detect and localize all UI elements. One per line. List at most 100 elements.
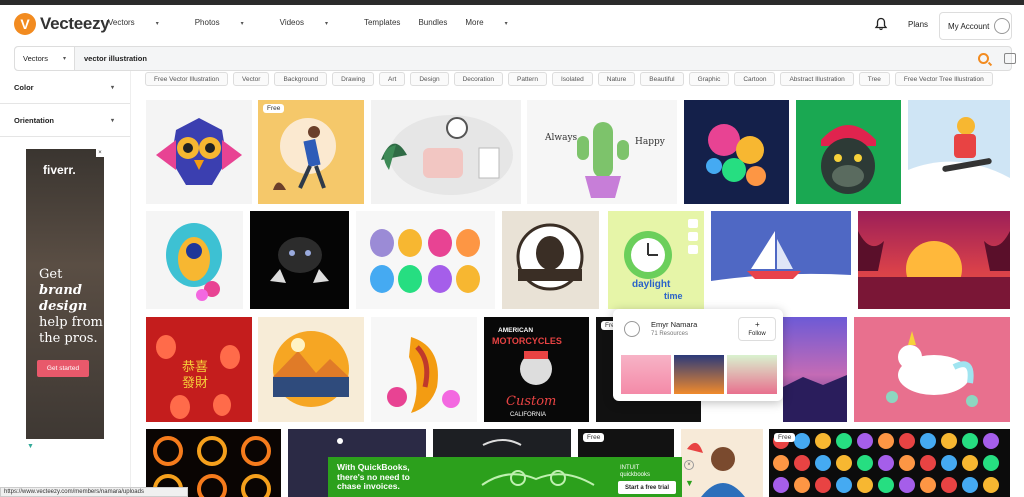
nav-templates[interactable]: Templates [364, 18, 400, 27]
tag-chip[interactable]: Art [379, 72, 406, 86]
author-preview-2[interactable] [674, 355, 724, 394]
pinterest-icon[interactable] [688, 245, 698, 254]
nav-videos[interactable]: Videos ▾ [280, 18, 346, 27]
free-badge: Free [263, 104, 285, 113]
search-input[interactable] [75, 54, 1011, 63]
result-peacock[interactable] [146, 211, 243, 309]
result-koi-fish[interactable] [371, 317, 477, 422]
unicorn-illustration [886, 331, 978, 407]
result-gorilla[interactable] [796, 100, 901, 204]
svg-text:AMERICAN: AMERICAN [498, 327, 533, 334]
tag-chip[interactable]: Decoration [453, 72, 503, 86]
tag-chip[interactable]: Cartoon [734, 72, 776, 86]
copy-icon[interactable] [688, 232, 698, 241]
ad-headline: With QuickBooks, there's no need to chas… [337, 462, 410, 491]
nav-vectors[interactable]: Vectors ▾ [108, 18, 177, 27]
author-preview-3[interactable] [727, 355, 777, 394]
free-badge: Free [583, 433, 605, 442]
tag-chip[interactable]: Nature [597, 72, 636, 86]
esports-logo-mark [794, 433, 810, 449]
esports-logo-mark [815, 455, 831, 471]
account-label: My Account [948, 21, 990, 31]
tag-chip[interactable]: Vector [233, 72, 270, 86]
close-icon[interactable]: × [684, 460, 694, 470]
search-icon[interactable] [978, 53, 989, 64]
get-started-button[interactable]: Get started [37, 360, 89, 377]
svg-text:Always: Always [544, 133, 578, 143]
filter-color[interactable]: Color ▾ [0, 71, 130, 104]
nav-photos[interactable]: Photos ▾ [195, 18, 262, 27]
esports-logo-mark [857, 455, 873, 471]
esports-logo-mark [983, 477, 999, 493]
start-free-trial-button[interactable]: Start a free trial [618, 481, 676, 494]
nav-more[interactable]: More ▾ [465, 18, 525, 27]
nav-bundles[interactable]: Bundles [418, 18, 447, 27]
result-cactus[interactable]: Always Happy [527, 100, 677, 204]
esports-logo-mark [815, 477, 831, 493]
result-motorcycle-tee[interactable]: AMERICAN MOTORCYCLES Custom CALIFORNIA [484, 317, 589, 422]
tag-chip[interactable]: Isolated [551, 72, 593, 86]
result-esports-logos[interactable]: Free [769, 429, 1010, 497]
author-popup: Emyr Namara 71 Resources Follow [613, 309, 783, 401]
tag-chip[interactable]: Free Vector Illustration [145, 72, 229, 86]
result-purple-sunset[interactable] [783, 317, 847, 422]
quickbooks-logo: INTUIT quickbooks [620, 465, 651, 478]
fiverr-ad[interactable]: × fiverr. Get brand design help from the… [26, 149, 104, 439]
cactus-illustration: Always Happy [544, 122, 666, 198]
logo[interactable]: V Vecteezy [14, 13, 110, 35]
chevron-down-icon: ▾ [62, 56, 66, 62]
image-search-icon[interactable] [1004, 53, 1016, 64]
result-owls-set[interactable] [356, 211, 495, 309]
tag-chip[interactable]: Background [274, 72, 328, 86]
result-floral-letters[interactable] [684, 100, 789, 204]
result-daylight-time[interactable]: daylight time [608, 211, 704, 309]
walking-illustration [273, 118, 336, 190]
esports-logo-mark [773, 477, 789, 493]
esports-logo-mark [962, 455, 978, 471]
sidebar: Color ▾ Orientation ▾ × fiverr. Get bran… [0, 71, 131, 497]
result-sunset[interactable] [858, 211, 1010, 309]
result-snowboarder[interactable] [908, 100, 1010, 204]
filter-orientation[interactable]: Orientation ▾ [0, 104, 130, 137]
collection-icon[interactable] [688, 219, 698, 228]
chevron-down-icon: ▾ [155, 21, 159, 27]
author-name[interactable]: Emyr Namara [651, 320, 697, 329]
tag-chip[interactable]: Design [410, 72, 449, 86]
close-icon[interactable]: × [96, 149, 104, 157]
result-landscape-circle[interactable] [258, 317, 364, 422]
ad-choices-icon[interactable]: ▼ [685, 478, 694, 488]
tag-chip[interactable]: Free Vector Tree Illustration [894, 72, 993, 86]
account-button[interactable]: My Account [939, 12, 1012, 40]
esports-logo-mark [941, 455, 957, 471]
result-panther[interactable] [250, 211, 349, 309]
author-avatar[interactable] [624, 321, 640, 337]
bell-icon[interactable] [874, 17, 888, 31]
author-preview-1[interactable] [621, 355, 671, 394]
tag-chip[interactable]: Abstract Illustration [780, 72, 854, 86]
result-unicorn[interactable] [854, 317, 1010, 422]
ad-choices-icon[interactable]: ▼ [27, 443, 34, 450]
result-owl[interactable] [146, 100, 252, 204]
tag-chip[interactable]: Graphic [688, 72, 730, 86]
result-chinese-lanterns[interactable]: 恭喜 發財 [146, 317, 252, 422]
result-sailboat[interactable] [711, 211, 851, 309]
main-nav: Vectors ▾ Photos ▾ Videos ▾ Templates Bundl… [108, 18, 544, 27]
quickbooks-ad[interactable]: With QuickBooks, there's no need to chas… [328, 457, 682, 497]
esports-logo-mark [941, 433, 957, 449]
tag-chip[interactable]: Beautiful [640, 72, 684, 86]
esports-logo-mark [920, 433, 936, 449]
esports-logos-illustration [773, 433, 999, 493]
esports-logo-mark [878, 477, 894, 493]
esports-logo-mark [920, 477, 936, 493]
follow-button[interactable]: Follow [738, 317, 776, 341]
plans-link[interactable]: Plans [908, 20, 928, 29]
tag-chip[interactable]: Pattern [508, 72, 547, 86]
sailboat-illustration [711, 231, 851, 309]
result-woman-walking[interactable]: Free [258, 100, 364, 204]
search-type-select[interactable]: Vectors ▾ [15, 47, 75, 70]
tag-chip[interactable]: Tree [858, 72, 890, 86]
svg-text:Happy: Happy [635, 137, 666, 147]
tag-chip[interactable]: Drawing [332, 72, 375, 86]
result-interior[interactable] [371, 100, 521, 204]
result-gentleman[interactable] [502, 211, 599, 309]
